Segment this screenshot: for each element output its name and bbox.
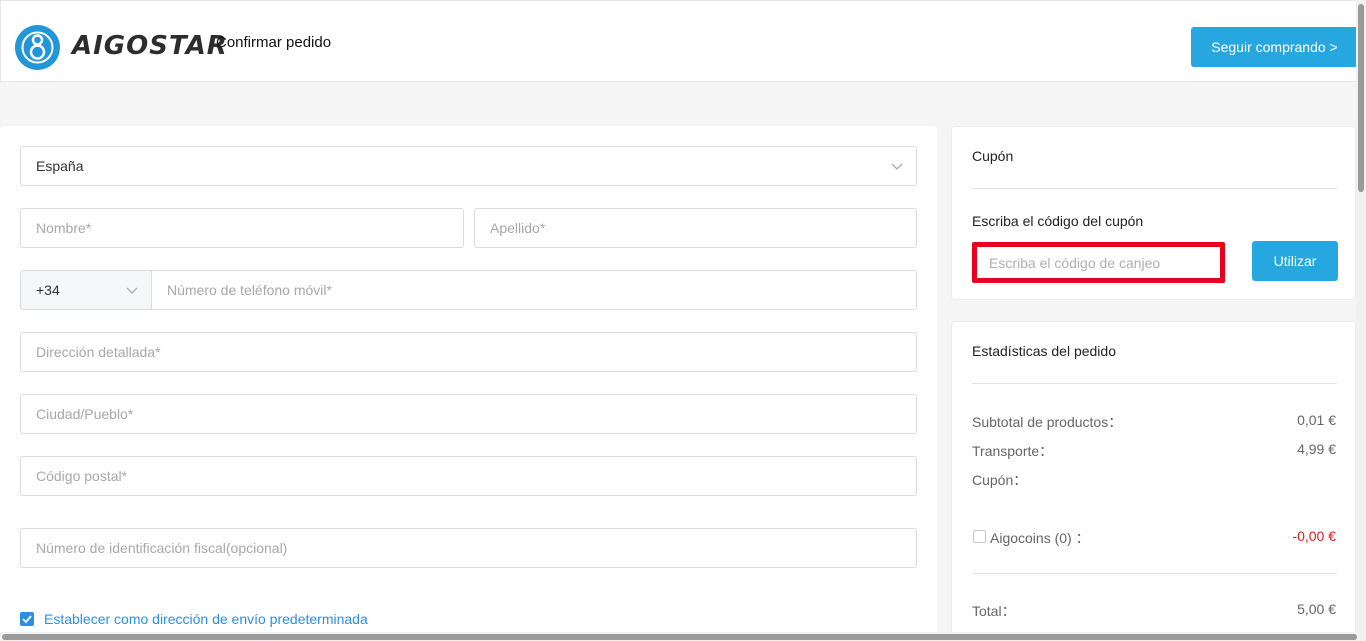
city-field[interactable]: Ciudad/Pueblo* <box>20 394 917 434</box>
country-select[interactable]: España <box>20 146 917 186</box>
country-select-value: España <box>36 158 84 174</box>
stats-title: Estadísticas del pedido <box>972 343 1116 359</box>
default-address-label[interactable]: Establecer como dirección de envío prede… <box>44 611 368 627</box>
last-name-placeholder: Apellido* <box>490 220 546 236</box>
brand-logo-text[interactable]: AIGOSTAR <box>72 31 228 61</box>
chevron-down-icon <box>891 163 903 170</box>
total-value: 5,00 € <box>1297 601 1336 617</box>
address-field[interactable]: Dirección detallada* <box>20 332 917 372</box>
first-name-field[interactable]: Nombre* <box>20 208 464 248</box>
coupon-panel: Cupón Escriba el código del cupón Escrib… <box>951 126 1356 300</box>
aigocoins-checkbox[interactable] <box>973 530 986 543</box>
scrollbar-thumb[interactable] <box>2 634 1357 640</box>
first-name-placeholder: Nombre* <box>36 220 92 236</box>
subtotal-label: Subtotal de productos： <box>972 414 1123 430</box>
total-label: Total： <box>972 603 1016 619</box>
city-placeholder: Ciudad/Pueblo* <box>36 406 134 422</box>
header: AIGOSTAR Confirmar pedido Seguir compran… <box>0 0 1366 82</box>
aigocoins-label[interactable]: Aigocoins (0) ： <box>990 528 1090 548</box>
coupon-discount-label: Cupón： <box>972 472 1028 488</box>
last-name-field[interactable]: Apellido* <box>474 208 917 248</box>
shipping-label: Transporte： <box>972 443 1054 459</box>
vertical-scrollbar[interactable] <box>1356 0 1366 641</box>
tax-id-placeholder: Número de identificación fiscal(opcional… <box>36 540 288 556</box>
order-stats-panel: Estadísticas del pedido Subtotal de prod… <box>951 321 1356 641</box>
subtotal-value: 0,01 € <box>1297 412 1336 428</box>
phone-code-value: +34 <box>36 282 60 298</box>
use-coupon-button[interactable]: Utilizar <box>1252 241 1338 281</box>
default-address-checkbox[interactable] <box>20 612 34 626</box>
aigocoins-value: -0,00 € <box>1292 528 1336 544</box>
page-title: Confirmar pedido <box>216 34 332 51</box>
continue-shopping-button[interactable]: Seguir comprando > <box>1191 27 1358 67</box>
phone-number-placeholder: Número de teléfono móvil* <box>167 282 332 298</box>
coupon-code-placeholder: Escriba el código de canjeo <box>989 254 1161 271</box>
postal-code-placeholder: Código postal* <box>36 468 128 484</box>
coupon-code-input[interactable]: Escriba el código de canjeo <box>972 242 1225 283</box>
divider <box>972 188 1337 189</box>
tax-id-field[interactable]: Número de identificación fiscal(opcional… <box>20 528 917 568</box>
coupon-subtitle: Escriba el código del cupón <box>972 213 1144 229</box>
aigostar-logo-icon[interactable] <box>15 25 60 70</box>
divider <box>972 383 1337 384</box>
phone-code-select[interactable]: +34 <box>20 270 152 310</box>
chevron-down-icon <box>126 287 138 294</box>
horizontal-scrollbar[interactable] <box>0 632 1357 641</box>
address-placeholder: Dirección detallada* <box>36 344 161 360</box>
scrollbar-thumb[interactable] <box>1358 4 1364 192</box>
check-icon <box>22 615 32 624</box>
postal-code-field[interactable]: Código postal* <box>20 456 917 496</box>
phone-number-field[interactable]: Número de teléfono móvil* <box>151 270 917 310</box>
coupon-title: Cupón <box>972 148 1014 164</box>
divider <box>972 573 1337 574</box>
shipping-value: 4,99 € <box>1297 441 1336 457</box>
